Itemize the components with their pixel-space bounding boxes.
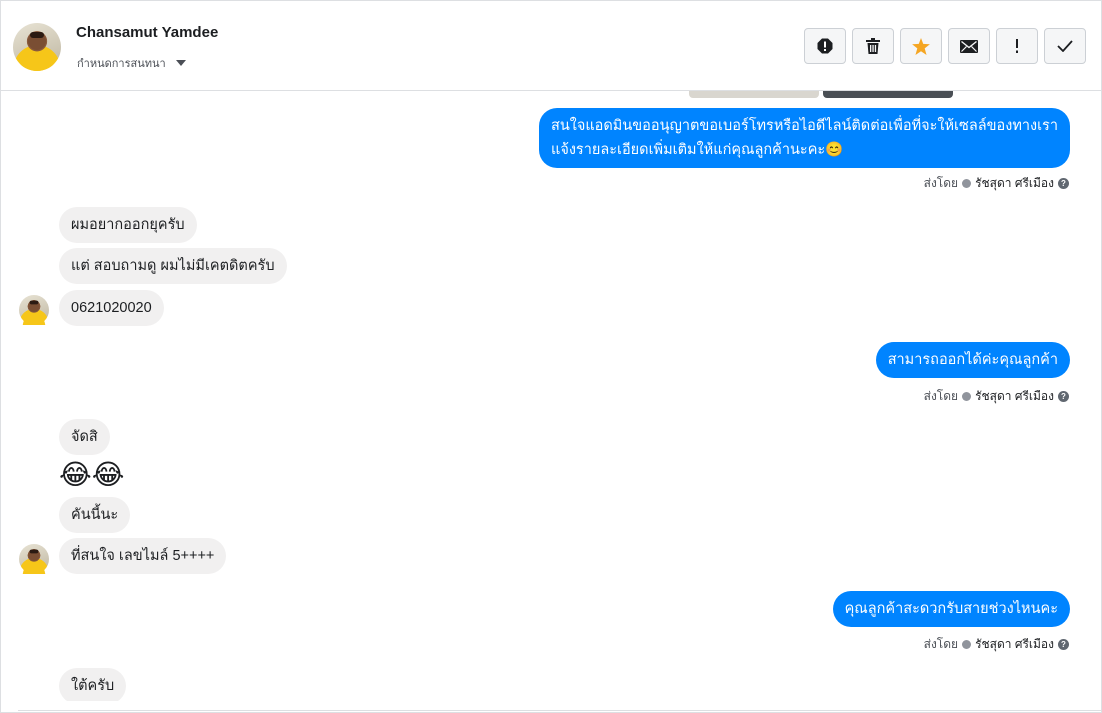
sent-by-label: ส่งโดย รัชสุดา ศรีเมือง ? [924,635,1069,654]
shared-image-thumbnail[interactable] [689,91,819,98]
agent-status-icon [962,392,972,401]
mark-done-button[interactable] [1044,28,1086,64]
incoming-message[interactable]: ผมอยากออกยุครับ [59,207,197,243]
agent-name[interactable]: รัชสุดา ศรีเมือง [975,174,1054,193]
checkmark-icon [1057,40,1073,52]
trash-icon [866,38,880,54]
sent-by-label: ส่งโดย รัชสุดา ศรีเมือง ? [924,174,1069,193]
message-text: สนใจแอดมินขออนุญาตขอเบอร์โทรหรือไอดีไลน์… [550,118,1058,134]
conversation-header: Chansamut Yamdee กำหนดการสนทนา [1,1,1101,91]
contact-avatar[interactable] [13,23,61,71]
assign-conversation-dropdown[interactable]: กำหนดการสนทนา [77,54,186,72]
follow-up-button[interactable] [996,28,1038,64]
agent-status-icon [962,179,972,188]
contact-avatar-small [19,544,49,574]
mark-unread-button[interactable] [948,28,990,64]
incoming-message[interactable]: คันนี้นะ [59,497,131,533]
avatar-photo-icon [19,32,55,71]
incoming-message[interactable]: 0621020020 [59,290,164,326]
assign-label: กำหนดการสนทนา [77,57,166,70]
incoming-message[interactable]: จัดสิ [59,419,110,455]
help-icon[interactable]: ? [1058,639,1069,650]
divider [18,710,1102,711]
agent-name[interactable]: รัชสุดา ศรีเมือง [975,387,1054,406]
contact-name[interactable]: Chansamut Yamdee [76,24,218,41]
report-spam-button[interactable] [804,28,846,64]
help-icon[interactable]: ? [1058,391,1069,402]
star-icon [912,37,930,55]
outgoing-message[interactable]: คุณลูกค้าสะดวกรับสายช่วงไหนคะ [832,591,1070,627]
conversation-toolbar [804,28,1086,64]
alert-octagon-icon [817,38,833,54]
incoming-message[interactable]: ใต้ครับ [59,668,127,701]
outgoing-message[interactable]: สามารถออกได้ค่ะคุณลูกค้า [875,342,1070,378]
contact-avatar-small [19,295,49,325]
outgoing-message[interactable]: สนใจแอดมินขออนุญาตขอเบอร์โทรหรือไอดีไลน์… [538,108,1070,168]
help-icon[interactable]: ? [1058,178,1069,189]
sent-by-prefix: ส่งโดย [923,637,959,651]
message-thread[interactable]: สนใจแอดมินขออนุญาตขอเบอร์โทรหรือไอดีไลน์… [1,91,1101,701]
caret-down-icon [175,60,186,66]
star-button[interactable] [900,28,942,64]
avatar-photo-icon [22,549,46,574]
shared-image-thumbnail[interactable] [823,91,953,98]
sent-by-label: ส่งโดย รัชสุดา ศรีเมือง ? [924,387,1069,406]
incoming-message[interactable]: ที่สนใจ เลขไมล์ 5++++ [59,538,227,574]
incoming-emoji-message[interactable]: 😂😂 [59,458,124,492]
incoming-message[interactable]: แต่ สอบถามดู ผมไม่มีเคตดิตครับ [59,248,287,284]
exclamation-icon [1016,39,1018,53]
envelope-icon [960,39,978,53]
agent-status-icon [962,640,972,649]
delete-button[interactable] [852,28,894,64]
avatar-photo-icon [22,300,46,325]
sent-by-prefix: ส่งโดย [923,389,959,403]
message-text: แจ้งรายละเอียดเพิ่มเติมให้แก่คุณลูกค้านะ… [550,142,844,158]
agent-name[interactable]: รัชสุดา ศรีเมือง [975,635,1054,654]
sent-by-prefix: ส่งโดย [923,176,959,190]
